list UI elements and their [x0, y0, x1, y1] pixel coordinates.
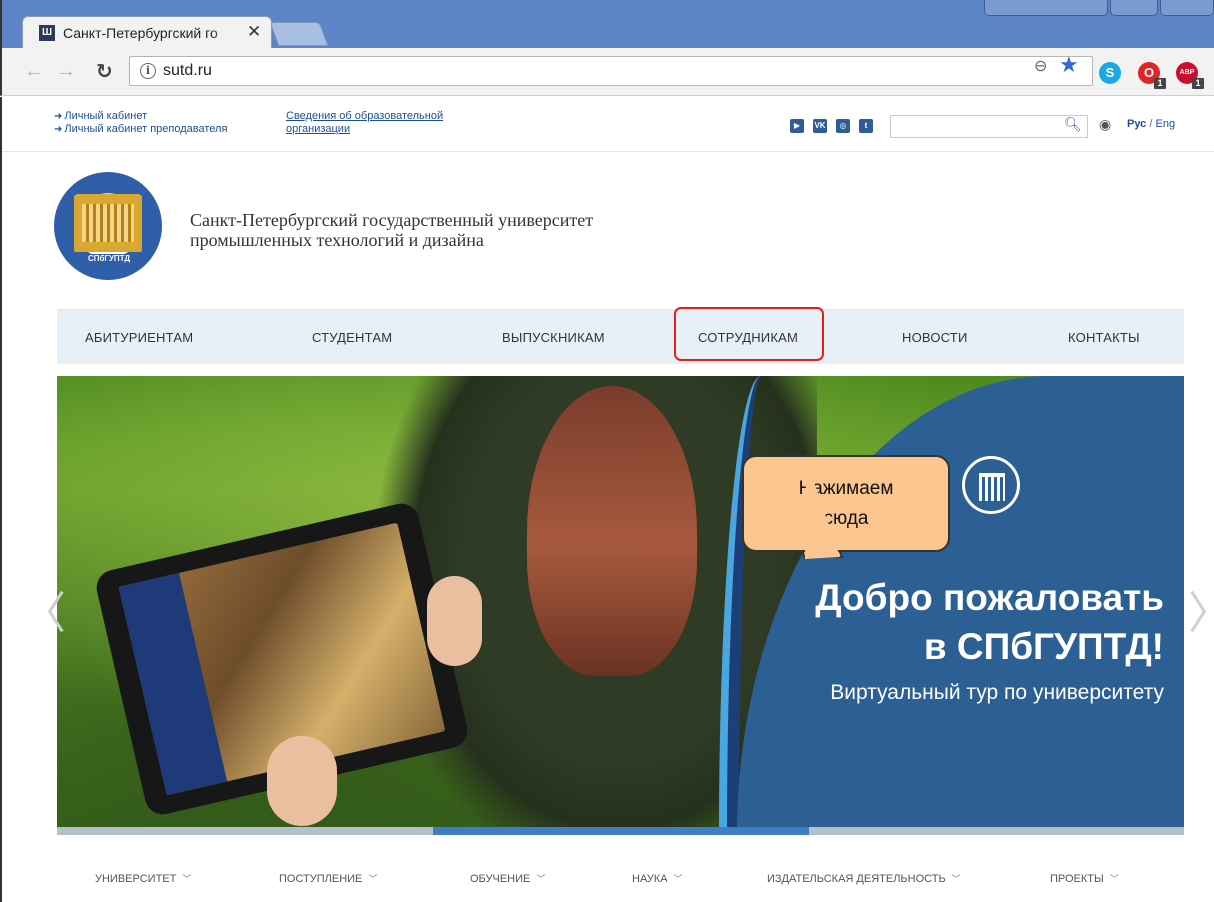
chevron-down-icon: ﹀ [673, 874, 683, 884]
reload-icon[interactable]: ↻ [96, 59, 113, 84]
window-minimize-button[interactable] [984, 0, 1108, 16]
browser-tab[interactable]: Ш Санкт-Петербургский го ✕ [22, 16, 272, 49]
chevron-down-icon: ﹀ [951, 874, 961, 884]
subnav-admission[interactable]: ПОСТУПЛЕНИЕ ﹀ [279, 872, 377, 885]
bookmark-star-icon[interactable]: ★ [1059, 52, 1079, 78]
lang-en-link[interactable]: Eng [1155, 118, 1175, 130]
accessibility-eye-icon[interactable]: ◉ [1099, 116, 1111, 133]
org-info-link[interactable]: Сведения об образовательной организации [286, 110, 486, 136]
adblock-extension-label: ABP [1179, 69, 1195, 76]
site-search-input[interactable] [890, 115, 1088, 138]
window-controls [984, 0, 1214, 16]
instagram-icon[interactable]: ◎ [836, 119, 850, 133]
personal-cabinet-link[interactable]: ➜ Личный кабинет [54, 110, 147, 122]
slider-next-arrow-icon[interactable]: 〉 [1188, 577, 1214, 641]
main-navigation: АБИТУРИЕНТАМ СТУДЕНТАМ ВЫПУСКНИКАМ СОТРУ… [57, 309, 1184, 364]
slide-university-logo-icon [962, 456, 1020, 514]
secondary-navigation: УНИВЕРСИТЕТ ﹀ ПОСТУПЛЕНИЕ ﹀ ОБУЧЕНИЕ ﹀ НАУК… [57, 863, 1184, 893]
subnav-science-label: НАУКА [632, 873, 668, 885]
utility-bar: ➜ Личный кабинет ➜ Личный кабинет преподав… [2, 97, 1214, 152]
subnav-projects[interactable]: ПРОЕКТЫ ﹀ [1050, 872, 1119, 885]
slider-progress-active [433, 827, 809, 835]
teacher-cabinet-label: Личный кабинет преподавателя [64, 123, 228, 135]
personal-cabinet-label: Личный кабинет [64, 110, 148, 122]
slider-progress[interactable] [57, 827, 1184, 835]
opera-extension-icon[interactable]: O 1 [1138, 62, 1166, 89]
new-tab-button[interactable] [269, 22, 329, 46]
university-logo[interactable]: СПбГУПТД [54, 172, 162, 280]
web-page: ➜ Личный кабинет ➜ Личный кабинет преподав… [0, 97, 1214, 902]
nav-news[interactable]: НОВОСТИ [902, 330, 968, 345]
language-switcher: Рус / Eng [1127, 118, 1175, 130]
subnav-university-label: УНИВЕРСИТЕТ [95, 873, 177, 885]
slide-hand [267, 736, 337, 826]
chevron-down-icon: ﹀ [368, 874, 378, 884]
site-info-icon[interactable]: i [140, 63, 156, 79]
chevron-down-icon: ﹀ [536, 874, 546, 884]
nav-graduates[interactable]: ВЫПУСКНИКАМ [502, 330, 605, 345]
window-maximize-button[interactable] [1110, 0, 1158, 16]
university-name-line2: промышленных технологий и дизайна [190, 230, 484, 250]
lang-ru-link[interactable]: Рус [1127, 118, 1146, 130]
teacher-cabinet-link[interactable]: ➜ Личный кабинет преподавателя [54, 123, 227, 135]
staff-highlight-annotation [674, 307, 824, 361]
slide-person-hair [527, 386, 697, 676]
chevron-down-icon: ﹀ [182, 874, 192, 884]
callout-text: Нажимаем сюда [744, 474, 948, 534]
annotation-callout: Нажимаем сюда [742, 455, 950, 552]
subnav-publishing-label: ИЗДАТЕЛЬСКАЯ ДЕЯТЕЛЬНОСТЬ [767, 873, 946, 885]
back-arrow-icon[interactable]: ← [24, 60, 44, 83]
adblock-extension-icon[interactable]: ABP 1 [1176, 62, 1204, 89]
slide-hand [427, 576, 482, 666]
browser-toolbar: ← → ↻ i sutd.ru ⊖ ★ S O 1 ABP 1 [0, 48, 1214, 96]
vk-icon[interactable]: VK [813, 119, 827, 133]
subnav-publishing[interactable]: ИЗДАТЕЛЬСКАЯ ДЕЯТЕЛЬНОСТЬ ﹀ [767, 872, 961, 885]
login-arrow-icon: ➜ [54, 111, 63, 122]
university-name: Санкт-Петербургский государственный унив… [190, 210, 593, 250]
subnav-science[interactable]: НАУКА ﹀ [632, 872, 683, 885]
slide-tour-text[interactable]: Виртуальный тур по университету [830, 681, 1164, 705]
url-text: sutd.ru [163, 62, 212, 79]
address-bar[interactable]: i sutd.ru [129, 56, 1093, 86]
logo-building-icon [74, 194, 142, 252]
university-name-line1: Санкт-Петербургский государственный унив… [190, 210, 594, 230]
adblock-extension-badge: 1 [1192, 78, 1204, 89]
youtube-icon[interactable]: ▶ [790, 119, 804, 133]
hero-slider[interactable]: Добро пожаловать в СПбГУПТД! Виртуальный… [57, 376, 1184, 834]
logo-text: СПбГУПТД [84, 254, 134, 263]
twitter-icon[interactable]: t [859, 119, 873, 133]
opera-extension-badge: 1 [1154, 78, 1166, 89]
window-close-button[interactable] [1160, 0, 1214, 16]
nav-students[interactable]: СТУДЕНТАМ [312, 330, 392, 345]
nav-contacts[interactable]: КОНТАКТЫ [1068, 330, 1140, 345]
subnav-education-label: ОБУЧЕНИЕ [470, 873, 531, 885]
site-favicon-icon: Ш [39, 25, 55, 41]
tab-title: Санкт-Петербургский го [63, 25, 218, 41]
subnav-university[interactable]: УНИВЕРСИТЕТ ﹀ [95, 872, 191, 885]
nav-applicants[interactable]: АБИТУРИЕНТАМ [85, 330, 193, 345]
subnav-admission-label: ПОСТУПЛЕНИЕ [279, 873, 363, 885]
login-arrow-icon: ➜ [54, 124, 63, 135]
forward-arrow-icon[interactable]: → [56, 60, 76, 83]
callout-line2: сюда [823, 508, 869, 529]
welcome-line1: Добро пожаловать [815, 577, 1164, 618]
tab-close-icon[interactable]: ✕ [247, 22, 261, 42]
skype-extension-icon[interactable]: S [1099, 62, 1121, 84]
chevron-down-icon: ﹀ [1109, 874, 1119, 884]
browser-tabstrip: Ш Санкт-Петербургский го ✕ [0, 0, 1214, 49]
slide-welcome-heading: Добро пожаловать в СПбГУПТД! [815, 573, 1164, 671]
callout-line1: Нажимаем [798, 478, 894, 499]
zoom-icon[interactable]: ⊖ [1034, 56, 1047, 76]
slider-prev-arrow-icon[interactable]: 〈 [22, 577, 66, 641]
subnav-education[interactable]: ОБУЧЕНИЕ ﹀ [470, 872, 545, 885]
subnav-projects-label: ПРОЕКТЫ [1050, 873, 1104, 885]
search-icon[interactable]: 🔍︎ [1064, 116, 1082, 133]
welcome-line2: в СПбГУПТД! [923, 626, 1164, 667]
opera-extension-label: O [1143, 65, 1155, 80]
